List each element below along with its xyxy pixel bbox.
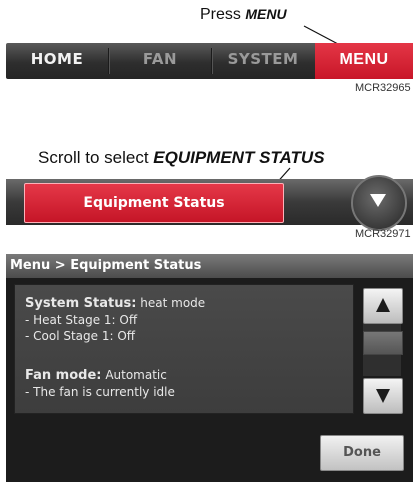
arrow-up-icon bbox=[376, 298, 390, 312]
fan-mode-label: Fan mode: bbox=[25, 368, 102, 383]
system-status-label: System Status: bbox=[25, 296, 137, 311]
status-panel: System Status: heat mode - Heat Stage 1:… bbox=[14, 284, 354, 414]
heat-stage-line: - Heat Stage 1: Off bbox=[25, 313, 138, 327]
page-title: Menu > Equipment Status bbox=[6, 254, 413, 278]
scroll-up-button[interactable] bbox=[363, 288, 403, 324]
chevron-down-icon bbox=[370, 194, 386, 207]
nav-fan-button[interactable]: FAN bbox=[109, 43, 211, 79]
system-status-line: System Status: heat mode bbox=[25, 296, 205, 311]
done-button[interactable]: Done bbox=[320, 435, 404, 471]
scroll-down-button[interactable] bbox=[351, 175, 407, 231]
caption-emphasis: EQUIPMENT STATUS bbox=[153, 148, 325, 167]
system-status-value: heat mode bbox=[140, 296, 206, 310]
caption-text: Press bbox=[200, 6, 241, 23]
nav-menu-button[interactable]: MENU bbox=[315, 43, 413, 79]
menu-strip: Equipment Status bbox=[6, 175, 413, 231]
figure-code: MCR32965 bbox=[355, 82, 411, 94]
top-nav-bar: HOME FAN SYSTEM MENU bbox=[6, 43, 413, 79]
cool-stage-line: - Cool Stage 1: Off bbox=[25, 329, 136, 343]
caption-text: Scroll to select bbox=[38, 148, 149, 167]
arrow-down-icon bbox=[376, 389, 390, 403]
equipment-status-screen: Menu > Equipment Status System Status: h… bbox=[6, 254, 413, 482]
scroll-thumb[interactable] bbox=[363, 331, 403, 355]
nav-system-button[interactable]: SYSTEM bbox=[212, 43, 314, 79]
equipment-status-button[interactable]: Equipment Status bbox=[24, 183, 284, 223]
fan-mode-line: Fan mode: Automatic bbox=[25, 368, 167, 383]
instruction-scroll-select: Scroll to select EQUIPMENT STATUS bbox=[38, 148, 325, 168]
nav-home-button[interactable]: HOME bbox=[6, 43, 108, 79]
fan-mode-value: Automatic bbox=[105, 368, 167, 382]
fan-status-line: - The fan is currently idle bbox=[25, 385, 175, 399]
scroll-down-button[interactable] bbox=[363, 378, 403, 414]
instruction-press-menu: Press MENU bbox=[200, 6, 287, 24]
figure-code: MCR32971 bbox=[355, 228, 411, 240]
caption-emphasis: MENU bbox=[245, 6, 287, 22]
